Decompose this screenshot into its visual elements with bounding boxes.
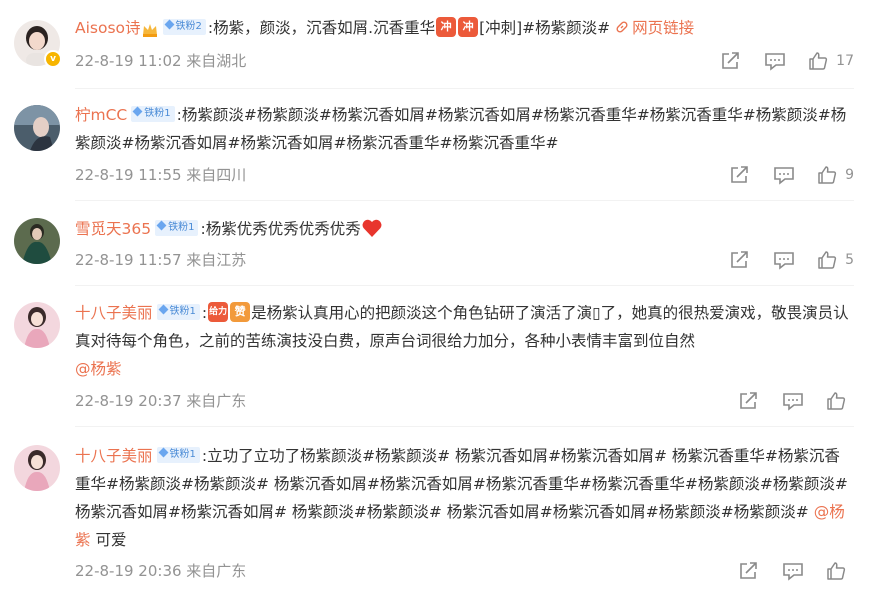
comment-button[interactable] [773,165,795,185]
fan-badge[interactable]: 铁粉1 [155,219,199,236]
username[interactable]: 柠mCC [75,106,127,124]
share-icon [722,52,739,69]
like-button[interactable]: 5 [817,250,854,270]
avatar[interactable] [14,445,60,491]
username[interactable]: 雪觅天365 [75,220,151,238]
fan-badge[interactable]: 铁粉1 [131,105,175,122]
share-button[interactable] [729,250,751,270]
crown-icon [141,19,159,37]
like-button[interactable]: 17 [808,51,854,71]
timestamp: 22-8-19 20:36 来自广东 [75,562,247,580]
comment-text: 杨紫优秀优秀优秀优秀 [205,220,361,238]
timestamp: 22-8-19 11:57 来自江苏 [75,251,247,269]
comment-text: [冲刺]#杨紫颜淡# [479,19,611,37]
share-icon [731,166,748,183]
timestamp: 22-8-19 20:37 来自广东 [75,392,247,410]
like-count: 5 [845,252,854,268]
colon: : [201,304,208,322]
like-count: 9 [845,167,854,183]
comment-text: 可爱 [95,531,127,549]
comment-icon [774,252,794,270]
username[interactable]: Aisoso诗 [75,19,141,37]
like-icon [827,562,846,580]
comment-icon [783,563,803,581]
like-icon [818,251,837,269]
avatar[interactable] [14,302,60,348]
timestamp: 22-8-19 11:55 来自四川 [75,166,247,184]
like-count: 17 [836,53,854,69]
like-button[interactable]: 9 [817,165,854,185]
fan-badge[interactable]: 铁粉1 [156,446,200,463]
comment-button[interactable] [773,250,795,270]
comment-icon [765,53,785,71]
comment-button[interactable] [782,391,804,411]
comment-icon [774,167,794,185]
timestamp: 22-8-19 11:02 来自湖北 [75,52,247,70]
avatar[interactable] [14,105,60,151]
link-icon [616,21,628,33]
sticker-emoji: 冲 [436,16,457,37]
divider [75,426,854,427]
comment-icon [783,393,803,411]
comment-button[interactable] [764,51,786,71]
share-button[interactable] [729,165,751,185]
comment-text: 杨紫颜淡#杨紫颜淡#杨紫沉香如屑#杨紫沉香如屑#杨紫沉香重华#杨紫沉香重华#杨紫… [75,106,847,152]
share-button[interactable] [738,391,760,411]
web-link[interactable]: 网页链接 [615,19,694,37]
username[interactable]: 十八子美丽 [75,304,153,322]
avatar[interactable] [14,218,60,264]
username[interactable]: 十八子美丽 [75,447,153,465]
comment-button[interactable] [782,561,804,581]
verified-icon: v [44,50,62,68]
fan-badge[interactable]: 铁粉2 [162,18,206,35]
divider [75,285,854,286]
share-button[interactable] [720,51,742,71]
comment-text: 杨紫，颜淡，沉香如屑.沉香重华 [213,19,436,37]
share-icon [740,392,757,409]
like-icon [809,52,828,70]
share-icon [731,251,748,268]
like-button[interactable] [826,391,854,411]
like-icon [827,392,846,410]
divider [75,200,854,201]
mention-link[interactable]: @杨紫 [75,360,122,378]
sticker-emoji: 冲 [458,16,479,37]
divider [75,88,854,89]
like-icon [818,166,837,184]
sticker-emoji: 赞 [230,301,251,322]
share-icon [740,562,757,579]
sticker-emoji: 给力 [208,301,229,322]
share-button[interactable] [738,561,760,581]
fan-badge[interactable]: 铁粉1 [156,303,200,320]
like-button[interactable] [826,561,854,581]
heart-icon [361,218,383,238]
